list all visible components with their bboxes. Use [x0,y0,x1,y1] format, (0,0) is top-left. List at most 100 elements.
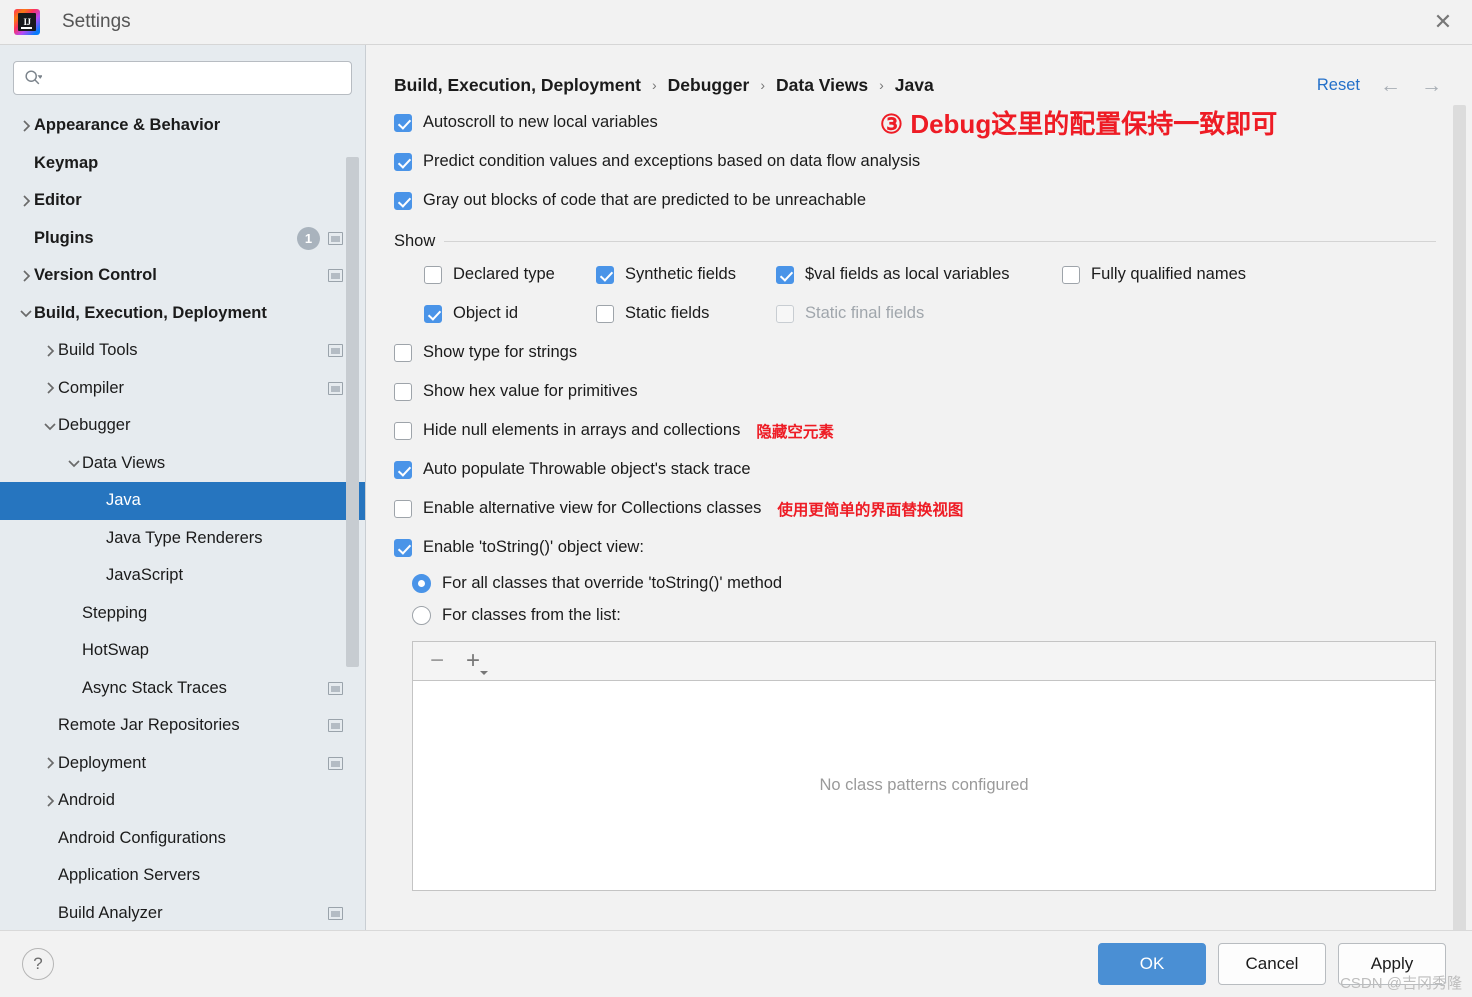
show-option-cell[interactable]: Declared type [424,265,596,284]
sidebar-item-build-tools[interactable]: Build Tools [0,332,365,370]
tostring-radio-row[interactable]: For all classes that override 'toString(… [412,567,1436,599]
minus-icon[interactable]: − [430,649,444,673]
chevron-right-icon[interactable] [42,343,58,359]
close-icon[interactable]: ✕ [1414,0,1472,44]
option-checkbox[interactable] [394,421,412,440]
sidebar-item-icons [328,707,343,745]
show-checkbox[interactable] [1062,265,1080,284]
tostring-radio-row[interactable]: For classes from the list: [412,599,1436,631]
arrow-left-icon[interactable]: ← [1380,75,1401,96]
show-option-cell[interactable]: Synthetic fields [596,265,776,284]
chevron-right-icon[interactable] [42,380,58,396]
sidebar-item-label: Data Views [82,453,166,472]
option-label: Show hex value for primitives [423,382,638,400]
sidebar-item-data-views[interactable]: Data Views [0,445,365,483]
sidebar-item-hotswap[interactable]: HotSwap [0,632,365,670]
option-checkbox[interactable] [394,152,412,171]
option-row[interactable]: Show type for strings [394,333,1436,372]
chevron-right-icon[interactable] [18,118,34,134]
sidebar-item-label: Remote Jar Repositories [58,716,240,735]
chevron-down-icon[interactable] [42,418,58,434]
tostring-checkbox[interactable] [394,538,412,557]
option-checkbox[interactable] [394,191,412,210]
sidebar-item-application-servers[interactable]: Application Servers [0,857,365,895]
search-input[interactable] [42,70,351,86]
sidebar-item-editor[interactable]: Editor [0,182,365,220]
help-button[interactable]: ? [22,948,54,980]
option-row[interactable]: Predict condition values and exceptions … [394,142,1436,181]
show-option-cell[interactable]: Static fields [596,304,776,323]
tostring-radio[interactable] [412,605,431,625]
sidebar-item-plugins[interactable]: Plugins 1 [0,220,365,258]
show-checkbox[interactable] [596,304,614,323]
sidebar-item-label: Android Configurations [58,828,226,847]
sidebar-item-version-control[interactable]: Version Control [0,257,365,295]
sidebar-item-android-configurations[interactable]: Android Configurations [0,820,365,858]
breadcrumb-items: Build, Execution, Deployment › Debugger › Da… [394,75,934,96]
sidebar-item-java-type-renderers[interactable]: Java Type Renderers [0,520,365,558]
show-option-cell[interactable]: Object id [424,304,596,323]
option-row[interactable]: Gray out blocks of code that are predict… [394,181,1436,220]
option-checkbox[interactable] [394,382,412,401]
option-checkbox[interactable] [394,499,412,518]
chevron-right-icon[interactable] [42,793,58,809]
option-checkbox[interactable] [394,460,412,479]
arrow-right-icon[interactable]: → [1421,75,1442,96]
sidebar-item-build-analyzer[interactable]: Build Analyzer [0,895,365,931]
option-row[interactable]: Enable alternative view for Collections … [394,489,1436,528]
main-scrollbar[interactable] [1453,105,1466,930]
show-checkbox[interactable] [424,265,442,284]
project-scope-icon [328,906,343,920]
option-row[interactable]: Autoscroll to new local variables ③ Debug… [394,103,1436,142]
chevron-right-icon[interactable] [18,268,34,284]
show-group-body: Declared type Synthetic fields $val fields… [394,255,1436,333]
sidebar-item-appearance-behavior[interactable]: Appearance & Behavior [0,107,365,145]
cancel-button[interactable]: Cancel [1218,943,1326,985]
chevron-right-icon[interactable] [42,755,58,771]
sidebar-item-java[interactable]: Java [0,482,365,520]
sidebar-scrollbar[interactable] [346,157,359,667]
chevron-down-icon[interactable] [66,455,82,471]
sidebar-item-deployment[interactable]: Deployment [0,745,365,783]
apply-button[interactable]: Apply [1338,943,1446,985]
tostring-radio-label: For classes from the list: [442,605,621,624]
option-label: Gray out blocks of code that are predict… [423,191,867,209]
breadcrumb-item[interactable]: Java [895,75,934,96]
breadcrumb-item[interactable]: Data Views [776,75,868,96]
sidebar-item-icons [328,370,343,408]
reset-link[interactable]: Reset [1317,76,1360,95]
empty-list-message: No class patterns configured [819,776,1029,794]
option-row[interactable]: Show hex value for primitives [394,372,1436,411]
tostring-checkbox-row[interactable]: Enable 'toString()' object view: [394,528,1436,567]
chevron-down-icon[interactable] [18,305,34,321]
show-option-cell[interactable]: Fully qualified names [1062,265,1246,284]
sidebar-item-debugger[interactable]: Debugger [0,407,365,445]
breadcrumb-item[interactable]: Debugger [668,75,750,96]
sidebar-item-icons [328,745,343,783]
option-checkbox[interactable] [394,113,412,132]
sidebar-item-javascript[interactable]: JavaScript [0,557,365,595]
breadcrumb-item[interactable]: Build, Execution, Deployment [394,75,641,96]
plus-icon[interactable]: + [466,649,489,675]
show-checkbox[interactable] [776,265,794,284]
sidebar-item-stepping[interactable]: Stepping [0,595,365,633]
sidebar-item-remote-jar-repositories[interactable]: Remote Jar Repositories [0,707,365,745]
ok-button[interactable]: OK [1098,943,1206,985]
show-checkbox[interactable] [596,265,614,284]
option-row[interactable]: Auto populate Throwable object's stack t… [394,450,1436,489]
show-checkbox[interactable] [424,304,442,323]
annotation-note: 使用更简单的界面替换视图 [777,501,964,519]
chevron-right-icon[interactable] [18,193,34,209]
sidebar-item-compiler[interactable]: Compiler [0,370,365,408]
option-row[interactable]: Hide null elements in arrays and collect… [394,411,1436,450]
sidebar-item-android[interactable]: Android [0,782,365,820]
tostring-radio[interactable] [412,573,431,593]
sidebar-item-async-stack-traces[interactable]: Async Stack Traces [0,670,365,708]
option-checkbox[interactable] [394,343,412,362]
search-box[interactable] [13,61,352,95]
sidebar-item-build-execution-deployment[interactable]: Build, Execution, Deployment [0,295,365,333]
project-scope-icon [328,381,343,395]
show-option-cell[interactable]: $val fields as local variables [776,265,1062,284]
sidebar-item-keymap[interactable]: Keymap [0,145,365,183]
tostring-label: Enable 'toString()' object view: [423,538,644,556]
